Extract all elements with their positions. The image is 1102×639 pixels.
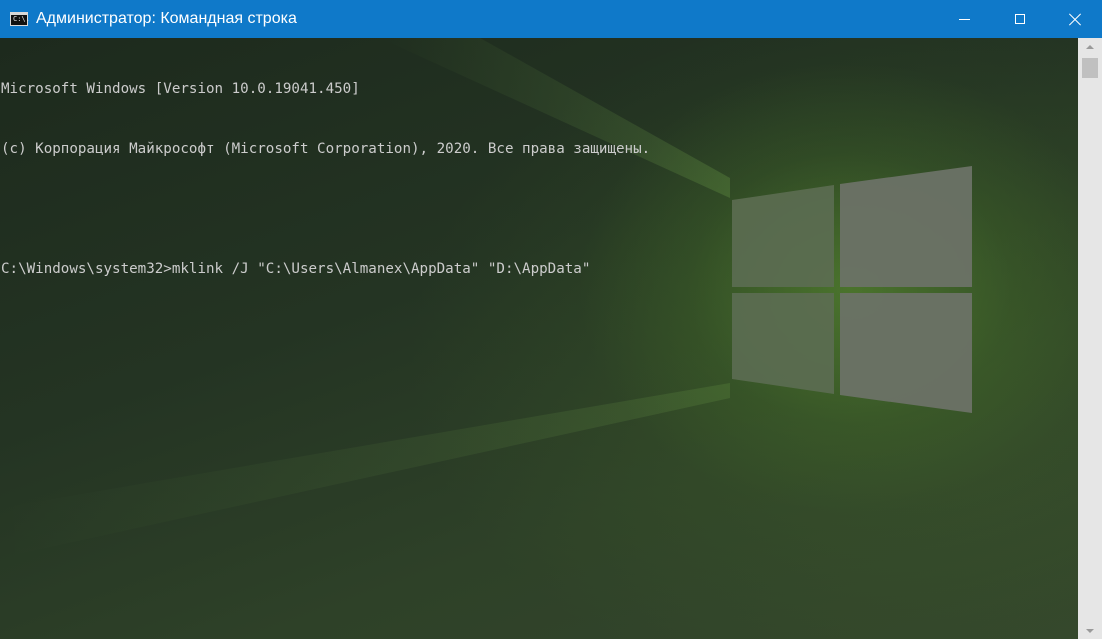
maximize-button[interactable] xyxy=(992,0,1047,38)
scrollbar-thumb[interactable] xyxy=(1082,58,1098,78)
console-command-line[interactable]: C:\Windows\system32>mklink /J "C:\Users\… xyxy=(1,259,650,279)
scroll-down-button[interactable] xyxy=(1078,622,1102,639)
cmd-app-icon[interactable]: C:\. xyxy=(10,12,30,26)
cmd-window: C:\. Администратор: Командная строка Mic… xyxy=(0,0,1102,639)
scroll-up-button[interactable] xyxy=(1078,38,1102,55)
vertical-scrollbar[interactable] xyxy=(1078,38,1102,639)
close-icon xyxy=(1068,12,1082,26)
minimize-icon xyxy=(959,18,970,20)
window-controls xyxy=(937,0,1102,38)
maximize-icon xyxy=(1014,14,1025,24)
arrow-up-icon xyxy=(1086,44,1094,49)
close-button[interactable] xyxy=(1047,0,1102,38)
window-title: Администратор: Командная строка xyxy=(36,10,297,27)
minimize-button[interactable] xyxy=(937,0,992,38)
arrow-down-icon xyxy=(1086,628,1094,633)
title-bar[interactable]: C:\. Администратор: Командная строка xyxy=(0,0,1102,38)
cmd-app-icon-label: C:\. xyxy=(13,15,30,23)
console-line: Microsoft Windows [Version 10.0.19041.45… xyxy=(1,81,360,97)
console-output: Microsoft Windows [Version 10.0.19041.45… xyxy=(1,39,650,319)
console-area[interactable]: Microsoft Windows [Version 10.0.19041.45… xyxy=(0,38,1078,639)
console-line: (c) Корпорация Майкрософт (Microsoft Cor… xyxy=(1,141,651,157)
